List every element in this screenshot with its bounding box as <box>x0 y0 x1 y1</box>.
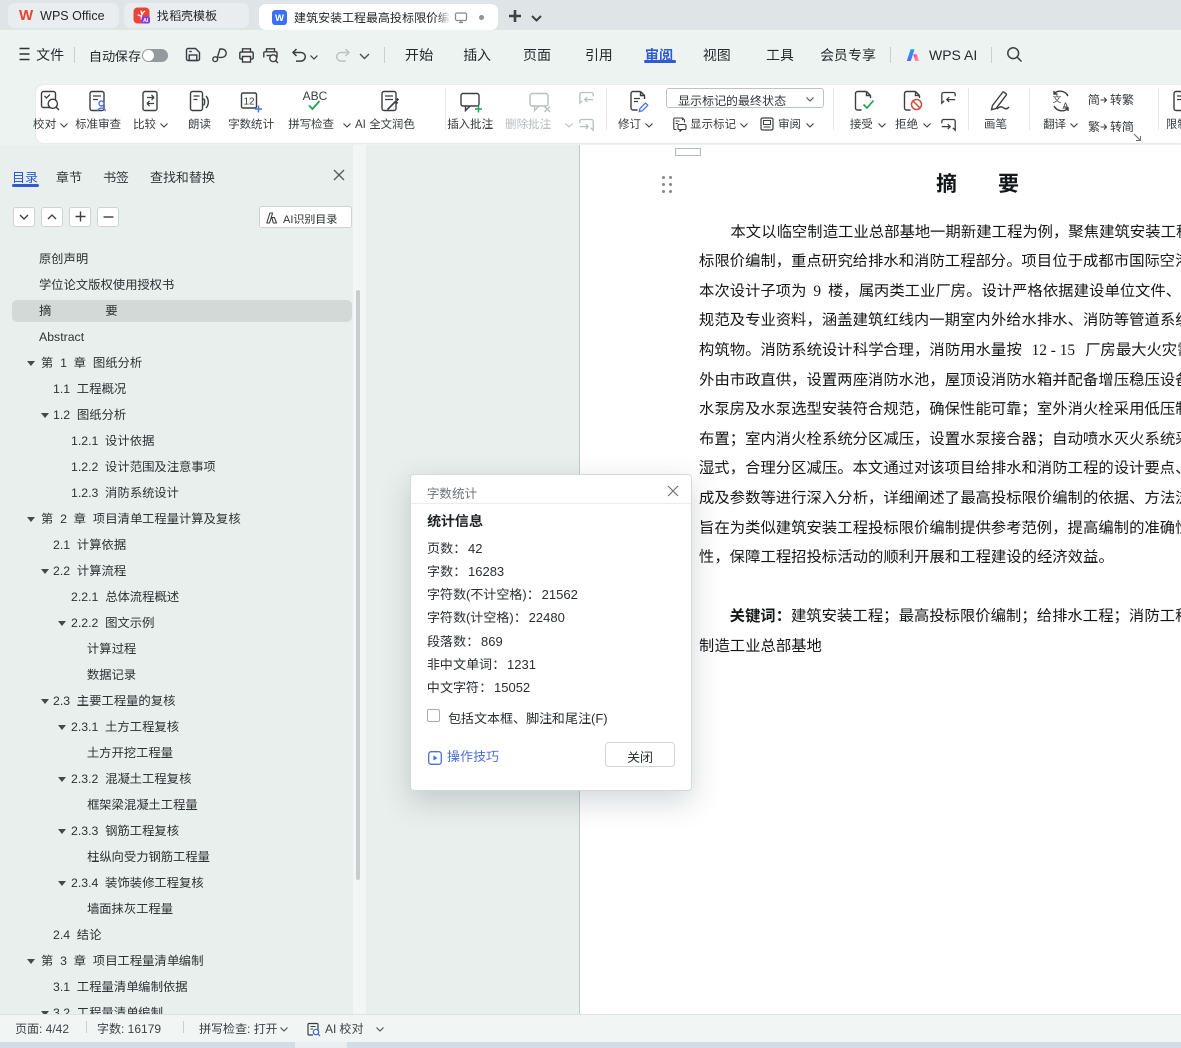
svg-text:W: W <box>275 13 284 24</box>
svg-text:文: 文 <box>1052 93 1062 106</box>
svg-text:12: 12 <box>243 97 255 108</box>
svg-text:ABC: ABC <box>303 89 328 103</box>
svg-text:AI: AI <box>143 18 149 24</box>
svg-text:A: A <box>1062 101 1068 111</box>
